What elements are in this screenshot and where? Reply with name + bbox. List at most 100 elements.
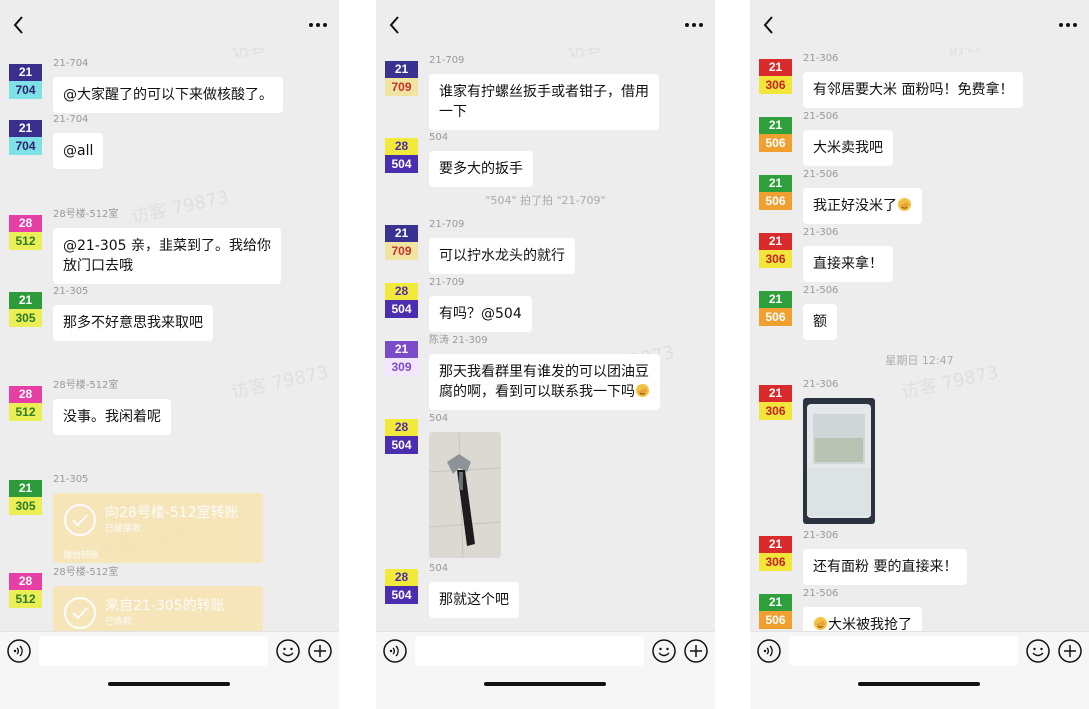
sender-name: 504 (429, 132, 449, 143)
avatar-building: 21 (385, 225, 418, 242)
message-bubble[interactable]: @21-305 亲，韭菜到了。我给你 放门口去哦 (53, 228, 282, 284)
avatar[interactable]: 21 305 (9, 480, 42, 515)
sender-name: 21-306 (803, 530, 839, 541)
message-bubble[interactable]: 有邻居要大米 面粉吗！免费拿！ (803, 72, 1024, 108)
avatar-building: 21 (9, 120, 42, 137)
home-bar (376, 669, 715, 709)
message-list[interactable]: 访客 79873 访客 79873 访客 79873 访客 79873 2170… (0, 48, 339, 631)
watermark: 访客 79873 (228, 48, 330, 64)
watermark: 访客 79873 (129, 186, 231, 229)
sender-name: 28号楼-512室 (53, 567, 119, 578)
voice-icon[interactable] (383, 639, 407, 663)
watermark: 访客 79873 (943, 48, 1045, 62)
sender-name: 21-506 (803, 588, 839, 599)
message-bubble[interactable]: 谁家有拧螺丝扳手或者钳子，借用 一下 (429, 74, 659, 130)
avatar-building: 21 (9, 292, 42, 309)
avatar[interactable]: 28 504 (385, 569, 418, 604)
more-icon[interactable] (307, 14, 329, 36)
avatar[interactable]: 21 506 (759, 291, 792, 326)
message-bubble[interactable]: 那就这个吧 (429, 582, 519, 618)
avatar[interactable]: 21 709 (385, 61, 418, 96)
message-bubble[interactable]: 那多不好意思我来取吧 (53, 305, 213, 341)
avatar-unit: 506 (759, 134, 792, 152)
avatar[interactable]: 21 704 (9, 64, 42, 99)
watermark: 访客 79873 (564, 48, 666, 64)
avatar[interactable]: 28 504 (385, 419, 418, 454)
avatar-building: 21 (9, 480, 42, 497)
plus-icon[interactable] (684, 639, 708, 663)
avatar[interactable]: 21 704 (9, 120, 42, 155)
facepalm-emoji-icon (813, 616, 828, 631)
transfer-card[interactable]: 来自21-305的转账 已收款 (53, 586, 263, 631)
avatar-unit: 512 (9, 590, 42, 608)
transfer-footer: 微信转账 (63, 551, 100, 561)
message-bubble[interactable]: 没事。我闲着呢 (53, 399, 171, 435)
avatar[interactable]: 21 506 (759, 117, 792, 152)
avatar[interactable]: 21 506 (759, 594, 792, 629)
avatar[interactable]: 21 306 (759, 59, 792, 94)
avatar[interactable]: 21 309 (385, 341, 418, 376)
plus-icon[interactable] (1058, 639, 1082, 663)
home-indicator[interactable] (858, 682, 980, 686)
home-indicator[interactable] (484, 682, 606, 686)
emoji-icon[interactable] (276, 639, 300, 663)
avatar[interactable]: 21 305 (9, 292, 42, 327)
message-input[interactable] (789, 636, 1018, 666)
message-bubble[interactable]: 大米被我抢了 (803, 607, 922, 631)
home-bar (0, 669, 339, 709)
back-icon[interactable] (758, 12, 780, 38)
more-icon[interactable] (683, 14, 705, 36)
avatar[interactable]: 21 306 (759, 536, 792, 571)
avatar-unit: 506 (759, 308, 792, 326)
message-text: 我正好没米了 (813, 198, 897, 214)
message-list[interactable]: 访客 79873 访客 79873 21709 21-709 谁家有拧螺丝扳手或… (376, 48, 715, 631)
sender-name: 21-506 (803, 111, 839, 122)
home-indicator[interactable] (108, 682, 230, 686)
avatar[interactable]: 28 504 (385, 283, 418, 318)
voice-icon[interactable] (7, 639, 31, 663)
message-bubble[interactable]: 有吗？@504 (429, 296, 532, 332)
message-bubble[interactable]: 直接来拿！ (803, 246, 893, 282)
avatar[interactable]: 28 512 (9, 573, 42, 608)
avatar[interactable]: 21 306 (759, 233, 792, 268)
avatar-building: 21 (759, 594, 792, 611)
container-photo[interactable] (803, 398, 875, 524)
message-bubble[interactable]: 还有面粉 要的直接来！ (803, 549, 968, 585)
avatar[interactable]: 28 512 (9, 386, 42, 421)
back-icon[interactable] (384, 12, 406, 38)
message-input[interactable] (415, 636, 644, 666)
avatar-building: 28 (9, 215, 42, 232)
back-icon[interactable] (8, 12, 30, 38)
message-bubble[interactable]: 我正好没米了 (803, 188, 922, 224)
plus-icon[interactable] (308, 639, 332, 663)
more-icon[interactable] (1057, 14, 1079, 36)
message-input[interactable] (39, 636, 268, 666)
sender-name: 21-305 (53, 474, 89, 485)
avatar-building: 28 (9, 573, 42, 590)
sender-name: 21-306 (803, 53, 839, 64)
avatar[interactable]: 21 506 (759, 175, 792, 210)
transfer-card[interactable]: 向28号楼-512室转账 已被接收 微信转账 (53, 493, 263, 563)
message-bubble[interactable]: 要多大的扳手 (429, 151, 533, 187)
avatar[interactable]: 28 504 (385, 138, 418, 173)
wrench-photo[interactable] (429, 432, 501, 558)
message-bubble[interactable]: @all (53, 133, 104, 169)
message-bubble[interactable]: 可以拧水龙头的就行 (429, 238, 575, 274)
message-bubble[interactable]: 额 (803, 304, 837, 340)
transfer-title: 来自21-305的转账 (105, 598, 225, 614)
message-bubble[interactable]: 大米卖我吧 (803, 130, 893, 166)
avatar[interactable]: 21 709 (385, 225, 418, 260)
emoji-icon[interactable] (1026, 639, 1050, 663)
avatar-unit: 512 (9, 403, 42, 421)
message-list[interactable]: 访客 79873 访客 79873 21306 21-306 有邻居要大米 面粉… (750, 48, 1089, 631)
facepalm-emoji-icon (635, 383, 650, 398)
avatar[interactable]: 28 512 (9, 215, 42, 250)
voice-icon[interactable] (757, 639, 781, 663)
avatar[interactable]: 21 306 (759, 385, 792, 420)
sender-name: 21-704 (53, 114, 89, 125)
message-bubble[interactable]: @大家醒了的可以下来做核酸了。 (53, 77, 283, 113)
emoji-icon[interactable] (652, 639, 676, 663)
nav-bar (0, 0, 339, 48)
home-bar (750, 669, 1089, 709)
message-bubble[interactable]: 那天我看群里有谁发的可以团油豆 腐的啊，看到可以联系我一下吗 (429, 354, 660, 410)
